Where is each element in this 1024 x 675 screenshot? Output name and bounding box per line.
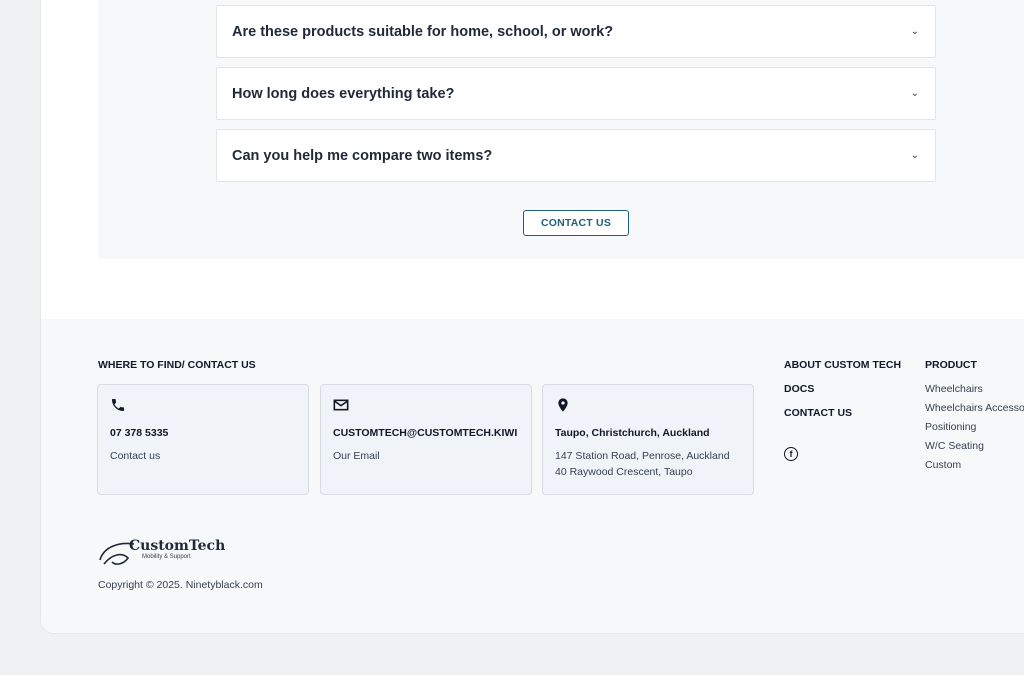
- location-cities: Taupo, Christchurch, Auckland: [555, 427, 710, 439]
- logo-tagline: Mobility & Support: [142, 554, 191, 560]
- product-link-wc-seating[interactable]: W/C Seating: [925, 440, 984, 452]
- faq-item-compare[interactable]: Can you help me compare two items? ⌄: [216, 129, 936, 182]
- nav-contact-us[interactable]: CONTACT US: [784, 407, 852, 419]
- mail-icon: [333, 397, 519, 417]
- product-link-wheelchairs[interactable]: Wheelchairs: [925, 383, 983, 395]
- contact-card-email: CUSTOMTECH@CUSTOMTECH.KIWI Our Email: [320, 384, 532, 495]
- contact-card-location: Taupo, Christchurch, Auckland 147 Statio…: [542, 384, 754, 495]
- copyright-text: Copyright © 2025. Ninetyblack.com: [98, 579, 263, 591]
- product-title: PRODUCT: [925, 359, 977, 371]
- nav-docs[interactable]: DOCS: [784, 383, 814, 395]
- product-link-wheelchair-accessories[interactable]: Wheelchairs Accessories: [925, 402, 1024, 414]
- faq-section: Are these products suitable for home, sc…: [98, 0, 1024, 259]
- phone-number[interactable]: 07 378 5335: [110, 427, 296, 439]
- product-link-positioning[interactable]: Positioning: [925, 421, 976, 433]
- nav-about-custom-tech[interactable]: ABOUT CUSTOM TECH: [784, 359, 901, 371]
- where-to-find-title: WHERE TO FIND/ CONTACT US: [98, 359, 256, 371]
- faq-question: Can you help me compare two items?: [232, 147, 493, 164]
- address-line-2: 40 Raywood Crescent, Taupo: [555, 465, 693, 478]
- chevron-down-icon: ⌄: [910, 26, 919, 37]
- customtech-logo[interactable]: CustomTech Mobility & Support: [98, 536, 225, 568]
- facebook-icon[interactable]: f: [784, 447, 798, 461]
- faq-question: How long does everything take?: [232, 85, 455, 102]
- chevron-down-icon: ⌄: [910, 150, 919, 161]
- footer: WHERE TO FIND/ CONTACT US 07 378 5335 Co…: [41, 319, 1024, 633]
- page-card: Are these products suitable for home, sc…: [40, 0, 1024, 634]
- faq-question: Are these products suitable for home, sc…: [232, 23, 614, 40]
- logo-name: CustomTech: [129, 538, 226, 554]
- email-address[interactable]: CUSTOMTECH@CUSTOMTECH.KIWI: [333, 427, 519, 439]
- contact-card-phone: 07 378 5335 Contact us: [97, 384, 309, 495]
- address-line-1: 147 Station Road, Penrose, Auckland: [555, 450, 730, 462]
- product-link-custom[interactable]: Custom: [925, 459, 961, 471]
- contact-us-button[interactable]: CONTACT US: [523, 210, 629, 236]
- location-address: 147 Station Road, Penrose, Auckland 40 R…: [555, 449, 741, 480]
- chevron-down-icon: ⌄: [910, 88, 919, 99]
- phone-caption: Contact us: [110, 450, 161, 462]
- phone-icon: [110, 397, 296, 417]
- location-pin-icon: [555, 397, 741, 417]
- faq-item-suitability[interactable]: Are these products suitable for home, sc…: [216, 5, 936, 58]
- faq-item-duration[interactable]: How long does everything take? ⌄: [216, 67, 936, 120]
- email-caption: Our Email: [333, 450, 380, 462]
